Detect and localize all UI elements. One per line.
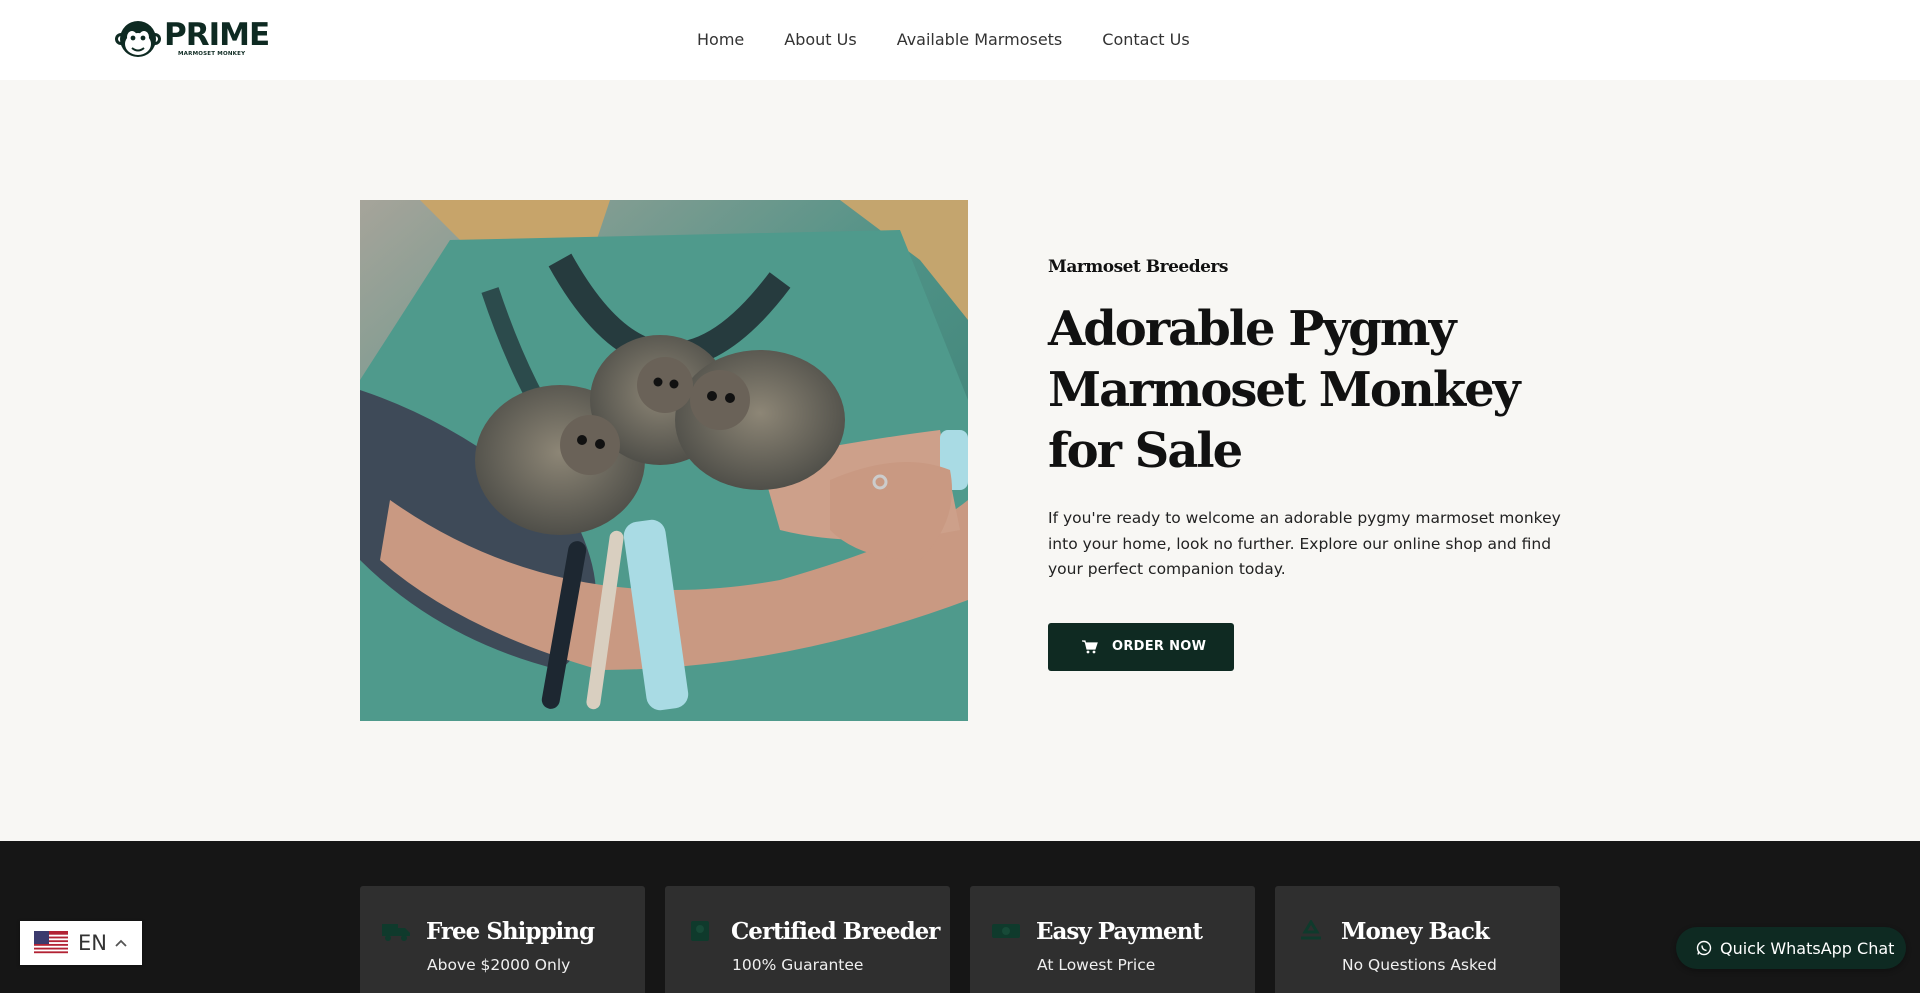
feature-title: Certified Breeder	[731, 918, 940, 945]
feature-title: Money Back	[1341, 918, 1490, 945]
whatsapp-chat-button[interactable]: Quick WhatsApp Chat	[1676, 927, 1906, 969]
order-now-button[interactable]: ORDER NOW	[1048, 622, 1234, 671]
certificate-icon	[691, 921, 709, 941]
monkey-logo-icon	[115, 21, 161, 57]
chevron-up-icon	[115, 939, 127, 947]
feature-card-easy-payment: Easy Payment At Lowest Price	[970, 886, 1255, 993]
language-selector[interactable]: EN	[20, 921, 142, 965]
site-header: PRIME MARMOSET MONKEY Home About Us Avai…	[0, 0, 1920, 80]
hero-description: If you're ready to welcome an adorable p…	[1048, 509, 1561, 578]
feature-title: Easy Payment	[1036, 918, 1203, 945]
nav-available-marmosets[interactable]: Available Marmosets	[897, 28, 1063, 52]
feature-subtitle: No Questions Asked	[1342, 956, 1497, 974]
recycle-icon	[1301, 920, 1321, 940]
hero-content: Marmoset Breeders Adorable Pygmy Marmose…	[1048, 257, 1568, 671]
logo-subtitle: MARMOSET MONKEY	[178, 51, 246, 57]
feature-title: Free Shipping	[426, 918, 595, 945]
money-icon	[992, 924, 1020, 938]
cart-icon	[1082, 639, 1098, 653]
feature-card-certified-breeder: Certified Breeder 100% Guarantee	[665, 886, 950, 993]
order-now-label: ORDER NOW	[1112, 639, 1207, 654]
logo[interactable]: PRIME MARMOSET MONKEY	[114, 17, 270, 61]
logo-wordmark: PRIME	[164, 17, 270, 53]
main-nav: Home About Us Available Marmosets Contac…	[697, 28, 1190, 52]
language-code: EN	[78, 931, 107, 955]
hero-section: Marmoset Breeders Adorable Pygmy Marmose…	[0, 80, 1920, 841]
features-band: Free Shipping Above $2000 Only Certified…	[0, 841, 1920, 993]
hero-image-marmosets	[360, 200, 968, 721]
nav-contact-us[interactable]: Contact Us	[1102, 28, 1189, 52]
nav-about-us[interactable]: About Us	[784, 28, 856, 52]
feature-card-money-back: Money Back No Questions Asked	[1275, 886, 1560, 993]
hero-eyebrow: Marmoset Breeders	[1048, 257, 1228, 277]
whatsapp-label: Quick WhatsApp Chat	[1720, 938, 1895, 958]
feature-card-free-shipping: Free Shipping Above $2000 Only	[360, 886, 645, 993]
us-flag-icon	[34, 931, 68, 955]
feature-subtitle: Above $2000 Only	[427, 956, 571, 974]
feature-subtitle: 100% Guarantee	[732, 956, 864, 974]
truck-icon	[382, 924, 410, 941]
nav-home[interactable]: Home	[697, 28, 744, 52]
hero-title: Adorable Pygmy Marmoset Monkey for Sale	[1048, 301, 1521, 479]
whatsapp-icon	[1696, 940, 1712, 956]
feature-subtitle: At Lowest Price	[1037, 956, 1156, 974]
